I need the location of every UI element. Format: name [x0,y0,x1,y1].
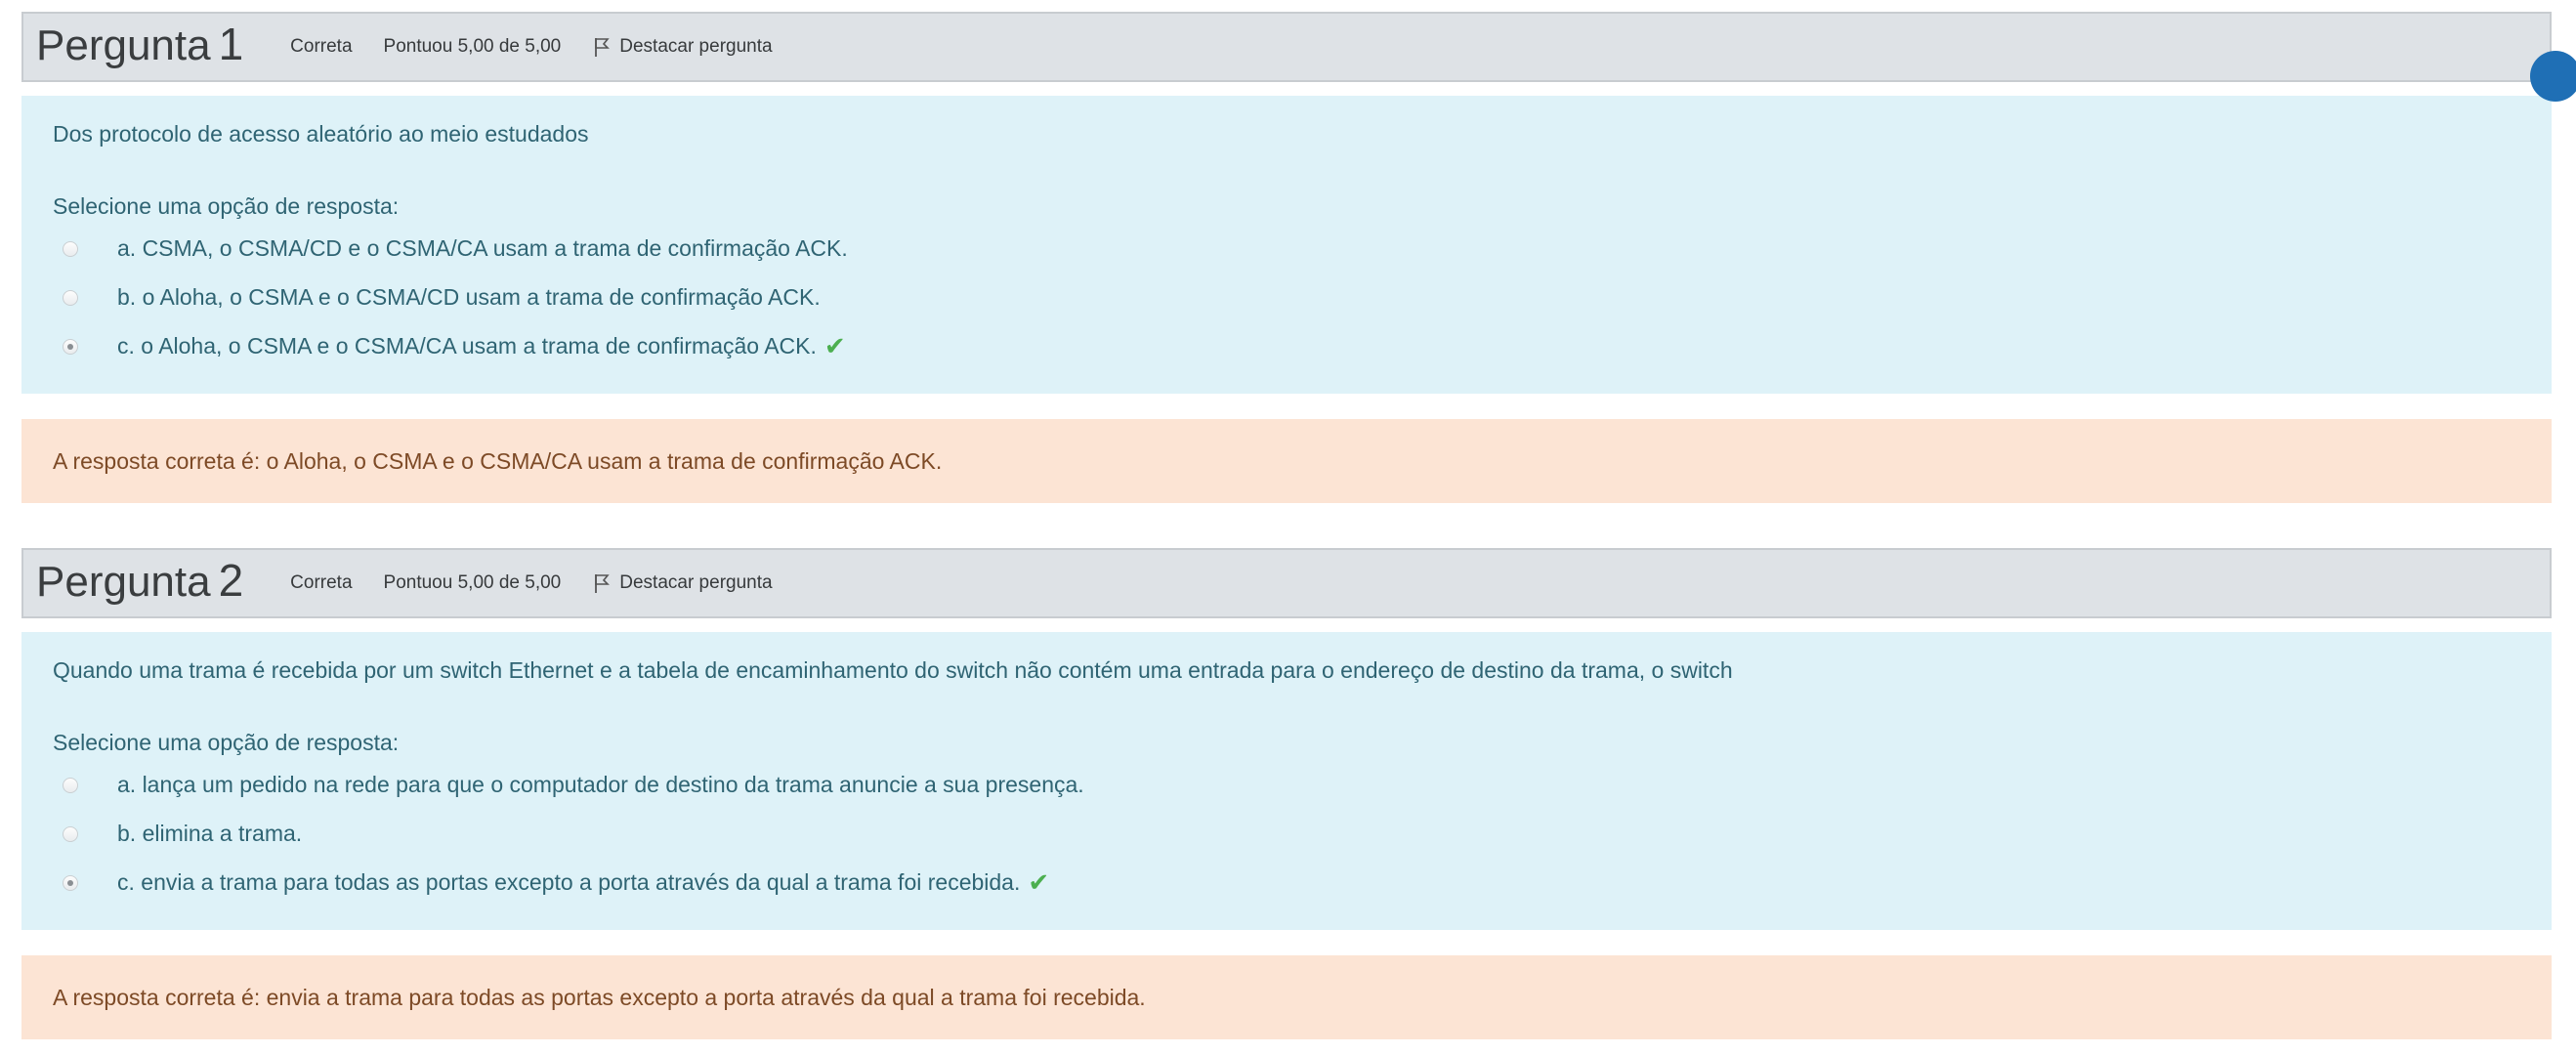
question-number: 1 [218,19,244,69]
answer-option[interactable]: b. o Aloha, o CSMA e o CSMA/CD usam a tr… [53,279,2520,328]
answer-label-wrap: c. envia a trama para todas as portas ex… [117,867,1049,898]
answer-label: a. CSMA, o CSMA/CD e o CSMA/CA usam a tr… [117,234,848,261]
question-text: Quando uma trama é recebida por um switc… [53,657,1733,683]
answer-radio[interactable] [63,241,78,257]
answer-label: c. envia a trama para todas as portas ex… [117,868,1021,895]
flag-icon [595,38,611,57]
check-icon: ✔ [823,330,846,360]
question-2: Pergunta 2 Correta Pontuou 5,00 de 5,00 D… [21,548,2552,1039]
question-info-bar: Pergunta 2 Correta Pontuou 5,00 de 5,00 D… [21,548,2552,618]
answer-radio-selected[interactable] [63,339,78,355]
answer-prompt: Selecione uma opção de resposta: [53,193,400,219]
answer-label: b. o Aloha, o CSMA e o CSMA/CD usam a tr… [117,283,821,310]
answer-option[interactable]: a. lança um pedido na rede para que o co… [53,767,2520,816]
question-title-label: Pergunta [36,21,211,69]
flag-question-label: Destacar pergunta [619,36,773,57]
question-formulation: Quando uma trama é recebida por um switc… [21,632,2552,930]
answer-radio[interactable] [63,290,78,306]
answer-option[interactable]: a. CSMA, o CSMA/CD e o CSMA/CA usam a tr… [53,231,2520,279]
answer-label: a. lança um pedido na rede para que o co… [117,771,1084,797]
question-1: Pergunta 1 Correta Pontuou 5,00 de 5,00 D… [21,12,2576,503]
question-grade: Pontuou 5,00 de 5,00 [383,572,562,593]
flag-question-button[interactable]: Destacar pergunta [592,36,773,58]
answer-label-wrap: c. o Aloha, o CSMA e o CSMA/CA usam a tr… [117,331,846,361]
question-text: Dos protocolo de acesso aleatório ao mei… [53,121,589,147]
answer-radio[interactable] [63,778,78,793]
answer-option[interactable]: c. o Aloha, o CSMA e o CSMA/CA usam a tr… [53,328,2520,377]
question-formulation: Dos protocolo de acesso aleatório ao mei… [21,96,2552,394]
question-number: 2 [218,555,244,606]
correct-answer-feedback: A resposta correta é: envia a trama para… [21,955,2552,1039]
check-icon: ✔ [1028,866,1050,897]
correct-answer-feedback: A resposta correta é: o Aloha, o CSMA e … [21,419,2552,503]
answer-radio[interactable] [63,826,78,842]
navigation-avatar-edge[interactable] [2530,51,2576,102]
answer-radio-selected[interactable] [63,875,78,891]
question-state: Correta [290,36,353,57]
flag-question-label: Destacar pergunta [619,572,773,593]
answer-option[interactable]: c. envia a trama para todas as portas ex… [53,865,2520,913]
question-title-label: Pergunta [36,558,211,606]
flag-question-button[interactable]: Destacar pergunta [592,572,773,594]
flag-icon [595,574,611,593]
answer-label: c. o Aloha, o CSMA e o CSMA/CA usam a tr… [117,332,817,359]
question-state: Correta [290,572,353,593]
question-grade: Pontuou 5,00 de 5,00 [383,36,562,57]
answer-option[interactable]: b. elimina a trama. [53,816,2520,865]
answer-label: b. elimina a trama. [117,820,303,846]
question-title: Pergunta 2 [36,554,243,607]
answer-prompt: Selecione uma opção de resposta: [53,730,400,755]
question-info-bar: Pergunta 1 Correta Pontuou 5,00 de 5,00 D… [21,12,2552,82]
quiz-review-page: Pergunta 1 Correta Pontuou 5,00 de 5,00 D… [0,0,2576,1055]
question-title: Pergunta 1 [36,18,243,70]
